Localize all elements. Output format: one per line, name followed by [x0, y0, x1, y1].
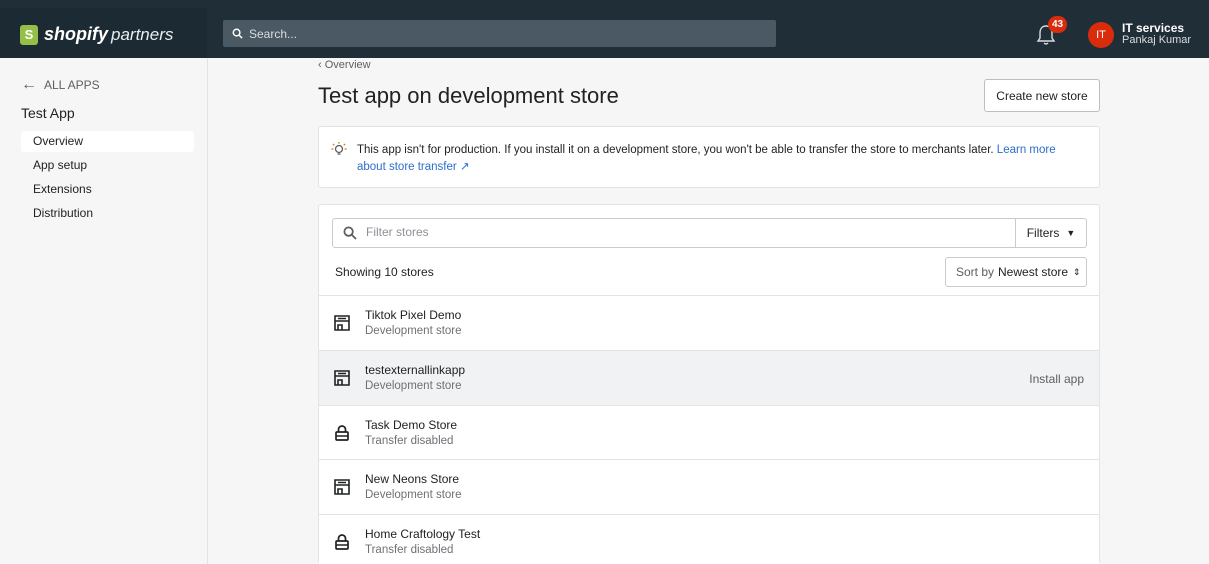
filters-button[interactable]: Filters ▼ — [1015, 219, 1086, 247]
search-input[interactable] — [249, 26, 749, 41]
banner-text: This app isn't for production. If you in… — [357, 142, 1087, 176]
search-icon — [232, 28, 243, 39]
top-bar: S shopify partners 43 IT IT services Pan… — [0, 0, 1209, 58]
shopify-partners-logo[interactable]: S shopify partners — [20, 24, 173, 45]
sidebar-item-extensions[interactable]: Extensions — [21, 179, 194, 200]
sidebar-item-distribution[interactable]: Distribution — [21, 203, 194, 224]
sidebar-item-app-setup[interactable]: App setup — [21, 155, 194, 176]
global-search[interactable] — [223, 20, 776, 47]
external-link-icon: ↗ — [459, 161, 470, 173]
stores-card: Filters ▼ Showing 10 stores Sort by Newe… — [318, 204, 1100, 564]
breadcrumb[interactable]: ‹ Overview — [318, 59, 371, 71]
notification-badge: 43 — [1048, 16, 1067, 33]
shopify-bag-icon: S — [20, 24, 38, 45]
all-apps-link[interactable]: ← ALL APPS — [21, 76, 100, 94]
avatar[interactable]: IT — [1088, 22, 1114, 48]
store-type: Development store — [365, 325, 462, 337]
sort-value: Newest store — [998, 265, 1069, 279]
store-type: Development store — [365, 380, 462, 392]
lock-icon — [335, 534, 349, 550]
store-icon — [334, 315, 350, 331]
store-name: Tiktok Pixel Demo — [365, 308, 462, 322]
sort-select[interactable]: Sort by Newest store ⇕ — [945, 257, 1087, 287]
filter-stores-input[interactable] — [366, 225, 966, 239]
sort-prefix: Sort by — [956, 265, 995, 279]
chevron-left-icon: ‹ — [318, 59, 325, 71]
store-icon — [334, 479, 350, 495]
sidebar: ← ALL APPS Test App Overview App setup E… — [0, 58, 208, 564]
create-new-store-button[interactable]: Create new store — [984, 79, 1100, 112]
info-banner: This app isn't for production. If you in… — [318, 126, 1100, 188]
search-icon — [343, 226, 357, 240]
caret-down-icon: ▼ — [1066, 228, 1076, 238]
lightbulb-icon — [331, 142, 347, 155]
account-name[interactable]: IT services — [1122, 21, 1184, 35]
store-type: Development store — [365, 489, 462, 501]
breadcrumb-label: Overview — [324, 59, 371, 71]
store-name: Home Craftology Test — [365, 527, 481, 541]
store-row[interactable]: Home Craftology Test Transfer disabled — [319, 514, 1099, 564]
store-name: Task Demo Store — [365, 418, 458, 432]
logo-word: shopify — [44, 24, 109, 44]
store-row[interactable]: New Neons Store Development store — [319, 459, 1099, 514]
install-app-button[interactable]: Install app — [1029, 372, 1084, 386]
sort-caret-icon: ⇕ — [1073, 266, 1081, 277]
page-title: Test app on development store — [318, 83, 619, 108]
banner-message: This app isn't for production. If you in… — [357, 144, 994, 156]
all-apps-label: ALL APPS — [44, 78, 100, 92]
store-name: New Neons Store — [365, 472, 460, 486]
sidebar-item-overview[interactable]: Overview — [21, 131, 194, 152]
logo-sub: partners — [111, 24, 174, 44]
store-type: Transfer disabled — [365, 435, 454, 447]
account-user[interactable]: Pankaj Kumar — [1122, 34, 1191, 46]
arrow-left-icon: ← — [21, 76, 37, 93]
showing-count: Showing 10 stores — [335, 265, 434, 279]
store-row[interactable]: Tiktok Pixel Demo Development store — [319, 295, 1099, 350]
filter-stores-field[interactable]: Filters ▼ — [332, 218, 1087, 248]
app-title: Test App — [21, 105, 75, 121]
store-type: Transfer disabled — [365, 544, 454, 556]
filters-label: Filters — [1026, 226, 1060, 240]
store-icon — [334, 370, 350, 386]
store-row[interactable]: Task Demo Store Transfer disabled — [319, 405, 1099, 460]
lock-icon — [335, 425, 349, 441]
store-row[interactable]: testexternallinkapp Development store In… — [319, 350, 1099, 405]
store-name: testexternallinkapp — [365, 363, 466, 377]
